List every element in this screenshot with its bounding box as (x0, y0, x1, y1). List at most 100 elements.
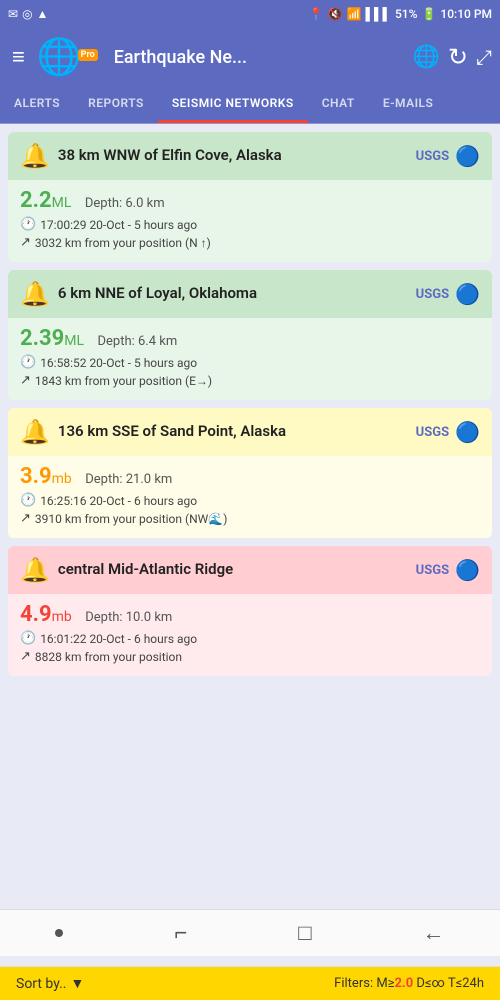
arrow-icon-4: ↗ (20, 649, 31, 664)
eq-source-2: USGS (416, 287, 449, 302)
eq-time-row-1: 🕐 17:00:29 20-Oct - 5 hours ago (20, 217, 480, 232)
eq-time-2: 16:58:52 20-Oct - 5 hours ago (40, 356, 197, 370)
eq-title-row-4: 🔔 central Mid-Atlantic Ridge (20, 556, 416, 584)
tab-seismic-networks[interactable]: SEISMIC NETWORKS (158, 86, 308, 123)
sort-dropdown-icon: ▼ (71, 975, 85, 992)
eq-title-1: 38 km WNW of Elfin Cove, Alaska (58, 146, 282, 166)
eq-depth-4: Depth: 10.0 km (85, 610, 172, 625)
logo-container: 🌐 Pro (37, 36, 106, 78)
bottom-bar: Sort by.. ▼ Filters: M≥2.0 D≤∞ T≤24h (0, 966, 500, 1000)
eq-details-2: 2.39ML Depth: 6.4 km 🕐 16:58:52 20-Oct -… (8, 318, 492, 400)
share-button-1[interactable]: 🔵 (455, 144, 480, 168)
eq-time-1: 17:00:29 20-Oct - 5 hours ago (40, 218, 197, 232)
earthquake-list: 🔔 38 km WNW of Elfin Cove, Alaska USGS 🔵… (0, 124, 500, 784)
eq-title-3: 136 km SSE of Sand Point, Alaska (58, 422, 286, 442)
tab-reports[interactable]: REPORTS (74, 86, 158, 123)
mute-icon: 🔇 (328, 7, 343, 21)
tab-alerts[interactable]: ALERTS (0, 86, 74, 123)
earthquake-card-3: 🔔 136 km SSE of Sand Point, Alaska USGS … (8, 408, 492, 538)
location-icon: ◎ (22, 7, 32, 21)
eq-title-row-1: 🔔 38 km WNW of Elfin Cove, Alaska (20, 142, 416, 170)
signal-icon: ▲ (37, 7, 49, 21)
filters-text: Filters: M≥2.0 D≤∞ T≤24h (334, 976, 484, 991)
eq-magnitude-row-1: 2.2ML Depth: 6.0 km (20, 188, 480, 213)
status-bar: ✉ ◎ ▲ 📍 🔇 📶 ▌▌▌ 51% 🔋 10:10 PM (0, 0, 500, 28)
eq-title-row-3: 🔔 136 km SSE of Sand Point, Alaska (20, 418, 416, 446)
eq-magnitude-1: 2.2ML (20, 188, 77, 213)
tab-chat[interactable]: CHAT (308, 86, 369, 123)
eq-depth-2: Depth: 6.4 km (97, 334, 177, 349)
eq-magnitude-row-4: 4.9mb Depth: 10.0 km (20, 602, 480, 627)
time: 10:10 PM (440, 7, 492, 21)
eq-distance-2: 1843 km from your position (E→) (35, 374, 212, 388)
signal-bars: ▌▌▌ (365, 7, 391, 21)
wifi-icon: 📶 (347, 7, 362, 21)
eq-distance-4: 8828 km from your position (35, 650, 182, 664)
eq-header-2: 🔔 6 km NNE of Loyal, Oklahoma USGS 🔵 (8, 270, 492, 318)
eq-title-2: 6 km NNE of Loyal, Oklahoma (58, 284, 257, 304)
message-icon: ✉ (8, 7, 18, 21)
arrow-icon-3: ↗ (20, 511, 31, 526)
eq-depth-1: Depth: 6.0 km (85, 196, 165, 211)
eq-time-row-3: 🕐 16:25:16 20-Oct - 6 hours ago (20, 493, 480, 508)
clock-icon-4: 🕐 (20, 631, 36, 646)
refresh-button[interactable]: ↻ (448, 43, 468, 71)
earthquake-icon-1: 🔔 (20, 142, 50, 170)
sort-by-button[interactable]: Sort by.. ▼ (16, 975, 84, 992)
clock-icon-2: 🕐 (20, 355, 36, 370)
nav-bar: ⌐ □ ← (0, 909, 500, 956)
earthquake-icon-2: 🔔 (20, 280, 50, 308)
menu-button[interactable]: ≡ (8, 40, 29, 74)
battery-icon: 🔋 (421, 7, 436, 21)
app-logo: 🌐 (37, 36, 82, 78)
globe-button[interactable]: 🌐 (412, 45, 439, 70)
earthquake-icon-3: 🔔 (20, 418, 50, 446)
eq-time-3: 16:25:16 20-Oct - 6 hours ago (40, 494, 197, 508)
tabs-bar: ALERTS REPORTS SEISMIC NETWORKS CHAT E-M… (0, 86, 500, 124)
eq-source-share-1: USGS 🔵 (416, 144, 480, 168)
eq-magnitude-2: 2.39ML (20, 326, 89, 351)
eq-header-3: 🔔 136 km SSE of Sand Point, Alaska USGS … (8, 408, 492, 456)
eq-source-share-2: USGS 🔵 (416, 282, 480, 306)
share-button-3[interactable]: 🔵 (455, 420, 480, 444)
eq-meta-4: 🕐 16:01:22 20-Oct - 6 hours ago ↗ 8828 k… (20, 631, 480, 664)
earthquake-card-2: 🔔 6 km NNE of Loyal, Oklahoma USGS 🔵 2.3… (8, 270, 492, 400)
eq-magnitude-row-2: 2.39ML Depth: 6.4 km (20, 326, 480, 351)
eq-distance-3: 3910 km from your position (NW🌊) (35, 512, 228, 526)
eq-time-row-2: 🕐 16:58:52 20-Oct - 5 hours ago (20, 355, 480, 370)
header: ≡ 🌐 Pro Earthquake Ne... 🌐 ↻ ⤢ (0, 28, 500, 86)
share-button-2[interactable]: 🔵 (455, 282, 480, 306)
nav-recent-button[interactable]: ⌐ (174, 920, 187, 946)
app-title: Earthquake Ne... (114, 47, 405, 68)
eq-title-row-2: 🔔 6 km NNE of Loyal, Oklahoma (20, 280, 416, 308)
eq-magnitude-row-3: 3.9mb Depth: 21.0 km (20, 464, 480, 489)
location-pin: 📍 (309, 7, 324, 21)
eq-source-3: USGS (416, 425, 449, 440)
eq-time-row-4: 🕐 16:01:22 20-Oct - 6 hours ago (20, 631, 480, 646)
clock-icon-1: 🕐 (20, 217, 36, 232)
clock-icon-3: 🕐 (20, 493, 36, 508)
eq-distance-row-2: ↗ 1843 km from your position (E→) (20, 373, 480, 388)
eq-source-share-4: USGS 🔵 (416, 558, 480, 582)
eq-distance-row-3: ↗ 3910 km from your position (NW🌊) (20, 511, 480, 526)
expand-button[interactable]: ⤢ (476, 45, 492, 69)
status-right: 📍 🔇 📶 ▌▌▌ 51% 🔋 10:10 PM (309, 7, 492, 21)
eq-source-1: USGS (416, 149, 449, 164)
nav-home-button[interactable]: □ (298, 920, 311, 946)
eq-time-4: 16:01:22 20-Oct - 6 hours ago (40, 632, 197, 646)
eq-details-3: 3.9mb Depth: 21.0 km 🕐 16:25:16 20-Oct -… (8, 456, 492, 538)
share-button-4[interactable]: 🔵 (455, 558, 480, 582)
arrow-icon-2: ↗ (20, 373, 31, 388)
earthquake-icon-4: 🔔 (20, 556, 50, 584)
eq-depth-3: Depth: 21.0 km (85, 472, 172, 487)
eq-source-share-3: USGS 🔵 (416, 420, 480, 444)
earthquake-card-1: 🔔 38 km WNW of Elfin Cove, Alaska USGS 🔵… (8, 132, 492, 262)
eq-magnitude-4: 4.9mb (20, 602, 77, 627)
eq-header-1: 🔔 38 km WNW of Elfin Cove, Alaska USGS 🔵 (8, 132, 492, 180)
battery-level: 51% (395, 7, 417, 21)
eq-meta-2: 🕐 16:58:52 20-Oct - 5 hours ago ↗ 1843 k… (20, 355, 480, 388)
eq-magnitude-3: 3.9mb (20, 464, 77, 489)
nav-dot[interactable] (55, 929, 63, 937)
nav-back-button[interactable]: ← (422, 920, 444, 946)
tab-emails[interactable]: E-MAILS (369, 86, 448, 123)
